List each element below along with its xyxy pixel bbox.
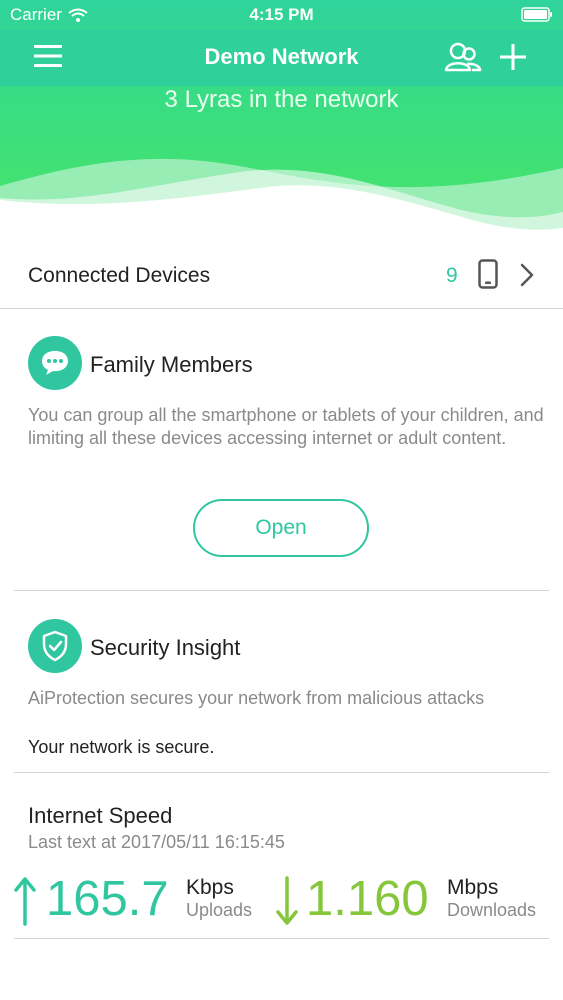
header-banner: Carrier 4:15 PM Demo Network 3 Lyras in … (0, 0, 563, 230)
security-insight-description: AiProtection secures your network from m… (28, 688, 485, 708)
divider (14, 938, 549, 939)
open-button[interactable]: Open (193, 499, 369, 557)
divider (14, 772, 549, 773)
chat-icon (42, 351, 68, 375)
shield-icon (42, 630, 68, 662)
download-speed-label: Downloads (447, 900, 537, 920)
divider (14, 590, 549, 591)
connected-devices-count: 9 (446, 264, 458, 287)
nav-bar: Demo Network (0, 30, 563, 86)
add-icon[interactable] (498, 42, 528, 72)
connected-devices-row[interactable]: Connected Devices 9 (0, 240, 563, 309)
battery-icon (521, 7, 552, 22)
download-speed-unit: Mbps (447, 876, 499, 899)
connected-devices-label: Connected Devices (28, 264, 211, 287)
family-members-description: You can group all the smartphone or tabl… (28, 405, 544, 448)
arrow-up-icon (14, 877, 36, 926)
family-members-title: Family Members (90, 352, 253, 377)
security-insight-title: Security Insight (90, 635, 241, 660)
status-bar: Carrier 4:15 PM (0, 0, 563, 30)
users-icon[interactable] (444, 40, 482, 74)
internet-speed-title: Internet Speed (28, 803, 173, 828)
upload-speed-unit: Kbps (186, 876, 234, 899)
network-summary: 3 Lyras in the network (164, 86, 399, 113)
network-secure-status: Your network is secure. (28, 737, 215, 757)
last-test-timestamp: Last text at 2017/05/11 16:15:45 (28, 832, 285, 852)
chevron-right-icon (520, 263, 534, 287)
family-members-badge (28, 336, 82, 390)
phone-icon (478, 259, 498, 289)
status-time: 4:15 PM (249, 5, 314, 24)
arrow-down-icon (276, 876, 298, 925)
download-speed-value: 1.160 (306, 872, 429, 926)
security-insight-badge (28, 619, 82, 673)
upload-speed-value: 165.7 (46, 872, 169, 926)
upload-speed-label: Uploads (186, 900, 253, 920)
